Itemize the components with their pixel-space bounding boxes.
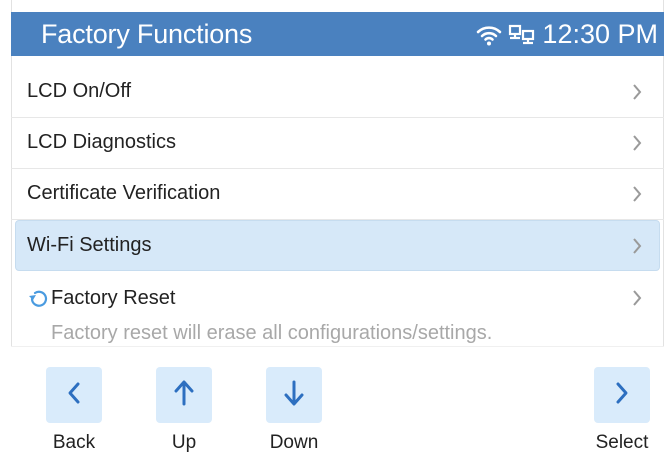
menu-item-label: Certificate Verification	[27, 182, 221, 204]
down-button[interactable]	[266, 367, 322, 423]
menu-item-label: Wi-Fi Settings	[27, 234, 152, 256]
menu-item-lcd-on-off[interactable]: LCD On/Off	[11, 67, 664, 118]
page-title: Factory Functions	[41, 19, 253, 49]
back-button-label: Back	[52, 432, 96, 453]
menu-item-label: LCD On/Off	[27, 80, 132, 102]
arrow-down-icon	[283, 379, 305, 412]
menu-item-label: Factory Reset	[51, 287, 176, 309]
ethernet-icon	[508, 23, 536, 47]
down-button-label: Down	[269, 432, 319, 453]
select-button-label: Select	[595, 432, 649, 453]
chevron-right-icon	[632, 134, 642, 157]
chevron-right-icon	[615, 381, 629, 410]
menu-item-lcd-diagnostics[interactable]: LCD Diagnostics	[11, 118, 664, 169]
reset-icon	[27, 289, 49, 312]
menu-item-certificate-verification[interactable]: Certificate Verification	[11, 169, 664, 220]
title-bar: Factory Functions 12:30 PM	[11, 12, 664, 56]
phone-screen: Factory Functions 12:30 PM LCD On/Off LC…	[0, 0, 666, 455]
clock: 12:30 PM	[542, 19, 658, 49]
menu-item-factory-reset[interactable]: Factory Reset Factory reset will erase a…	[11, 271, 664, 344]
select-button[interactable]	[594, 367, 650, 423]
status-area: 12:30 PM	[476, 19, 658, 50]
arrow-up-icon	[173, 379, 195, 412]
up-button[interactable]	[156, 367, 212, 423]
wifi-icon	[476, 24, 502, 46]
factory-reset-hint: Factory reset will erase all configurati…	[51, 322, 493, 344]
menu-item-wifi-settings[interactable]: Wi-Fi Settings	[15, 220, 660, 271]
chevron-right-icon	[632, 83, 642, 106]
chevron-right-icon	[632, 185, 642, 208]
menu-item-label: LCD Diagnostics	[27, 131, 176, 153]
chevron-left-icon	[67, 381, 81, 410]
menu-list: LCD On/Off LCD Diagnostics Certificate V…	[11, 67, 664, 344]
softkey-bar: Back Up Down Select	[11, 346, 664, 455]
back-button[interactable]	[46, 367, 102, 423]
up-button-label: Up	[171, 432, 197, 453]
chevron-right-icon	[632, 237, 642, 260]
chevron-right-icon	[632, 289, 642, 312]
